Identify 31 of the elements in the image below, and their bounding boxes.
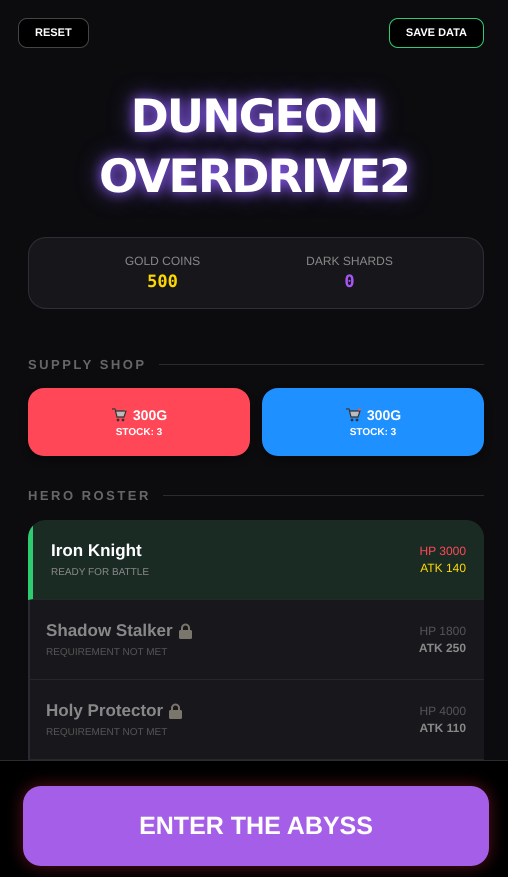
stat-value: 500 bbox=[147, 272, 178, 292]
shop-item-button[interactable]: 300G STOCK: 3 bbox=[28, 388, 250, 456]
hero-row[interactable]: Shadow Stalker REQUIREMENT NOT MET HP 1800 ATK 250 bbox=[28, 600, 484, 680]
hero-status: REQUIREMENT NOT MET bbox=[46, 727, 168, 738]
section-heading: HERO ROSTER bbox=[28, 488, 151, 503]
attack-stat: ATK 110 bbox=[420, 721, 466, 735]
hero-name: Holy Protector bbox=[46, 701, 164, 721]
hero-row[interactable]: Iron Knight READY FOR BATTLE HP 3000 ATK 140 bbox=[28, 520, 484, 600]
attack-stat: ATK 250 bbox=[418, 641, 466, 655]
hp-stat: HP 3000 bbox=[420, 544, 466, 558]
hp-stat: HP 4000 bbox=[420, 704, 466, 718]
game-title: DUNGEON bbox=[130, 88, 378, 145]
shopping-cart-icon bbox=[344, 408, 361, 422]
hero-status: READY FOR BATTLE bbox=[51, 567, 149, 578]
stat-label: GOLD COINS bbox=[124, 254, 200, 268]
reset-button[interactable]: RESET bbox=[18, 18, 89, 48]
hero-status: REQUIREMENT NOT MET bbox=[46, 647, 168, 658]
game-title: OVERDRIVE2 bbox=[98, 148, 410, 205]
shop-item-button[interactable]: 300G STOCK: 3 bbox=[262, 388, 484, 456]
attack-stat: ATK 140 bbox=[420, 561, 466, 575]
hp-stat: HP 1800 bbox=[420, 624, 466, 638]
shopping-cart-icon bbox=[110, 408, 127, 422]
hero-name: Shadow Stalker bbox=[46, 621, 173, 641]
section-heading: SUPPLY SHOP bbox=[28, 357, 147, 372]
enter-button[interactable]: ENTER THE ABYSS bbox=[23, 786, 489, 866]
save-button[interactable]: SAVE DATA bbox=[388, 18, 484, 48]
hero-name: Iron Knight bbox=[51, 541, 142, 561]
lock-icon bbox=[169, 703, 182, 719]
lock-icon bbox=[178, 623, 192, 639]
stat-value: 0 bbox=[344, 272, 355, 292]
stat-label: DARK SHARDS bbox=[306, 254, 393, 268]
